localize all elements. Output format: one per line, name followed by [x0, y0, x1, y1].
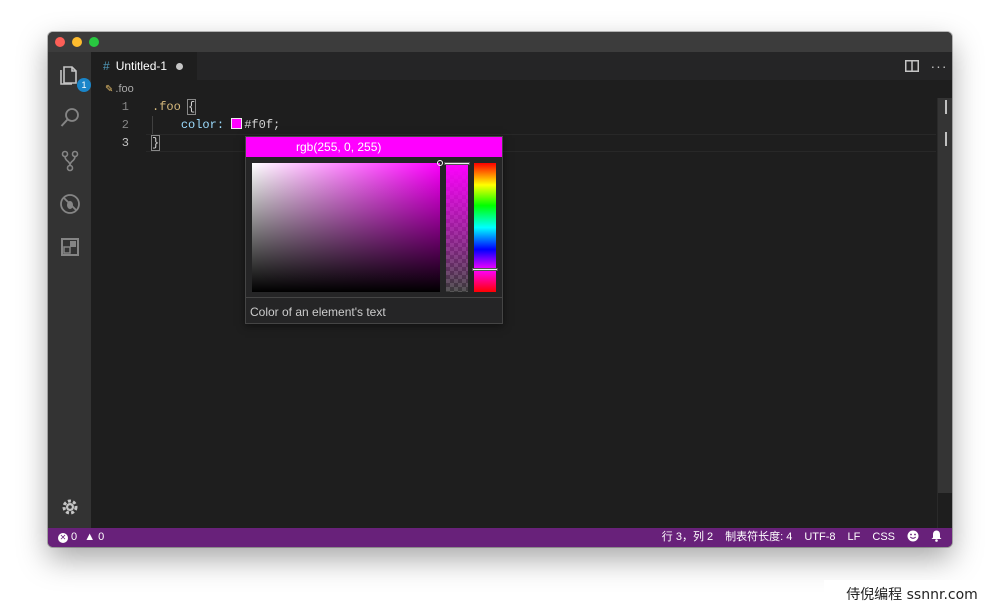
code-line[interactable]: color: #f0f; [152, 116, 280, 134]
encoding[interactable]: UTF-8 [804, 528, 835, 547]
warning-icon: ▲ [84, 531, 96, 543]
overview-ruler-mark [945, 132, 947, 146]
bell-icon [931, 530, 942, 542]
editor-scrollbar-thumb[interactable] [938, 98, 952, 493]
activity-extensions[interactable] [55, 232, 85, 262]
source-control-icon [61, 150, 79, 172]
opacity-slider[interactable] [444, 162, 470, 292]
status-bar: ✕ 0 ▲ 0 行 3，列 2 制表符长度: 4 UTF-8 LF CSS [48, 528, 952, 547]
hue-slider[interactable] [472, 163, 498, 292]
code-line[interactable]: .foo { [152, 98, 197, 116]
tab-bar: # Untitled-1 ··· [91, 52, 952, 80]
saturation-box[interactable] [252, 160, 443, 292]
cursor-position[interactable]: 行 3，列 2 [662, 528, 713, 547]
gear-icon [62, 499, 78, 515]
code-line[interactable]: } [150, 134, 161, 152]
tab-label: Untitled-1 [115, 59, 168, 73]
activity-search[interactable] [55, 103, 85, 133]
breadcrumb-item[interactable]: .foo [115, 83, 133, 95]
css-file-icon: # [103, 59, 110, 73]
close-brace: } [150, 135, 161, 151]
opacity-handle[interactable] [444, 162, 470, 165]
saturation-handle[interactable] [437, 160, 443, 166]
line-number: 2 [121, 118, 129, 132]
error-icon: ✕ [58, 533, 68, 543]
css-property: color: [180, 118, 225, 132]
problems-indicator[interactable]: ✕ 0 ▲ 0 [58, 528, 104, 547]
debug-icon [60, 194, 80, 214]
activity-settings[interactable] [55, 492, 85, 522]
warning-count: 0 [98, 531, 105, 543]
line-number-active: 3 [121, 136, 129, 150]
overview-ruler-mark [945, 100, 947, 114]
more-actions-button[interactable]: ··· [929, 52, 949, 80]
split-editor-icon [905, 60, 919, 72]
color-value-label: rgb(255, 0, 255) [296, 140, 382, 154]
css-selector: .foo [152, 100, 181, 114]
feedback-button[interactable] [907, 528, 919, 547]
language-mode[interactable]: CSS [872, 528, 895, 547]
picker-divider [246, 297, 502, 298]
extensions-icon [61, 238, 79, 256]
breadcrumb: ✎ .foo [91, 80, 952, 98]
property-description: Color of an element's text [250, 305, 386, 319]
activity-explorer[interactable]: 1 [55, 60, 91, 92]
hue-handle[interactable] [472, 268, 498, 271]
activity-bar: 1 [48, 52, 91, 528]
color-picker-header[interactable]: rgb(255, 0, 255) [246, 137, 502, 157]
indentation[interactable]: 制表符长度: 4 [725, 528, 792, 547]
search-icon [60, 108, 79, 127]
tab-untitled-1[interactable]: # Untitled-1 [91, 52, 197, 80]
split-editor-button[interactable] [903, 52, 921, 80]
end-of-line[interactable]: LF [848, 528, 861, 547]
activity-debug[interactable] [55, 189, 85, 219]
dirty-indicator-icon[interactable] [176, 62, 184, 70]
error-count: 0 [71, 531, 78, 543]
explorer-badge: 1 [77, 78, 91, 92]
open-brace: { [186, 99, 197, 115]
notifications-button[interactable] [931, 528, 942, 547]
line-number: 1 [121, 100, 129, 114]
color-swatch-icon[interactable] [231, 118, 243, 129]
watermark: 侍倪编程 ssnnr.com [824, 580, 1000, 610]
maximize-window-button[interactable] [89, 37, 99, 47]
css-value: #f0f; [244, 118, 281, 132]
vscode-window: 1 # Untitled-1 ··· ✎ .foo 1 2 3 .foo {c… [48, 32, 952, 547]
close-window-button[interactable] [55, 37, 65, 47]
minimize-window-button[interactable] [72, 37, 82, 47]
smiley-icon [907, 530, 919, 542]
activity-source-control[interactable] [55, 146, 85, 176]
symbol-icon: ✎ [105, 83, 114, 95]
title-bar [48, 32, 952, 52]
color-picker: rgb(255, 0, 255) Color of an element's t… [245, 136, 503, 324]
